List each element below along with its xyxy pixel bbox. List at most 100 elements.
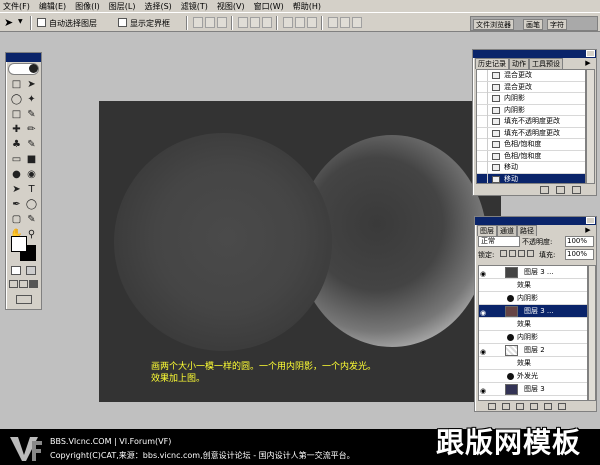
tab-channels[interactable]: 通道 xyxy=(497,225,517,236)
jump-to-imageready-icon[interactable] xyxy=(16,295,32,304)
layer-effects-row[interactable]: 效果 xyxy=(479,279,587,292)
menu-image[interactable]: 图像(I) xyxy=(75,1,100,12)
auto-select-checkbox[interactable] xyxy=(37,18,46,27)
new-document-icon[interactable] xyxy=(540,186,549,194)
foreground-color-swatch-front[interactable] xyxy=(11,236,27,252)
layer-effects-row[interactable]: 效果 xyxy=(479,357,587,370)
align-left-icon[interactable] xyxy=(238,17,248,28)
clone-stamp-icon[interactable]: ♣ xyxy=(10,138,23,151)
layer-row[interactable]: ◉ 图层 2 xyxy=(479,344,587,357)
layer-effect-row[interactable]: 内阴影 xyxy=(479,292,587,305)
menu-edit[interactable]: 编辑(E) xyxy=(39,1,66,12)
shape-tool-icon[interactable]: ◯ xyxy=(25,198,38,211)
history-scrollbar[interactable] xyxy=(586,69,595,184)
tab-tool-presets[interactable]: 工具预设 xyxy=(529,58,563,69)
history-titlebar[interactable] xyxy=(473,50,596,58)
layer-effect-row[interactable]: 内阴影 xyxy=(479,331,587,344)
slice-tool-icon[interactable]: ✎ xyxy=(25,108,38,121)
menu-file[interactable]: 文件(F) xyxy=(3,1,30,12)
layer-row[interactable]: ◉ 图层 3 xyxy=(479,383,587,396)
dodge-tool-icon[interactable]: ◉ xyxy=(25,168,38,181)
toolbox-titlebar[interactable] xyxy=(6,53,41,62)
history-item[interactable]: 色相/饱和度 xyxy=(477,139,585,151)
adobe-eye-logo[interactable] xyxy=(8,63,39,75)
align-middle-icon[interactable] xyxy=(205,17,215,28)
history-item[interactable]: 内阴影 xyxy=(477,93,585,105)
history-item[interactable]: 填充不透明度更改 xyxy=(477,116,585,128)
align-bottom-icon[interactable] xyxy=(217,17,227,28)
distribute-top-icon[interactable] xyxy=(283,17,293,28)
panel-menu-arrow-icon[interactable]: ▶ xyxy=(583,59,593,68)
history-item[interactable]: 混合更改 xyxy=(477,81,585,93)
healing-brush-icon[interactable]: ✚ xyxy=(10,123,23,136)
layer-effect-row[interactable]: 外发光 xyxy=(479,370,587,383)
eye-icon[interactable]: ◉ xyxy=(480,385,486,397)
menu-help[interactable]: 帮助(H) xyxy=(293,1,321,12)
history-item[interactable]: 混合更改 xyxy=(477,70,585,82)
dock-tab-brushes[interactable]: 画笔 xyxy=(523,19,543,30)
distribute-center-icon[interactable] xyxy=(340,17,350,28)
align-top-icon[interactable] xyxy=(193,17,203,28)
magic-wand-icon[interactable]: ✦ xyxy=(25,93,38,106)
adjustment-layer-icon[interactable] xyxy=(530,403,538,410)
document-canvas[interactable]: 画两个大小一模一样的圆。一个用内阴影，一个内发光。 效果加上图。 xyxy=(99,101,501,402)
fill-field[interactable]: 100% xyxy=(565,249,594,260)
distribute-right-icon[interactable] xyxy=(352,17,362,28)
blend-mode-select[interactable]: 正常 xyxy=(478,236,520,247)
tab-layers[interactable]: 图层 xyxy=(477,225,497,236)
gradient-tool-icon[interactable]: ■ xyxy=(25,153,38,166)
screen-mode-full-menu-icon[interactable] xyxy=(19,280,28,288)
close-icon[interactable] xyxy=(586,217,595,224)
opacity-field[interactable]: 100% xyxy=(565,236,594,247)
history-item[interactable]: 填充不透明度更改 xyxy=(477,127,585,139)
new-layer-icon[interactable] xyxy=(544,403,552,410)
align-center-icon[interactable] xyxy=(250,17,260,28)
history-item[interactable]: 内阴影 xyxy=(477,104,585,116)
distribute-left-icon[interactable] xyxy=(328,17,338,28)
tab-actions[interactable]: 动作 xyxy=(509,58,529,69)
menu-layer[interactable]: 图层(L) xyxy=(109,1,136,12)
tool-preset-dropdown-icon[interactable]: ▼ xyxy=(18,18,23,25)
dock-tab-file-browser[interactable]: 文件浏览器 xyxy=(473,19,514,30)
layer-row-selected[interactable]: ◉ 图层 3 ... xyxy=(479,305,587,318)
new-set-icon[interactable] xyxy=(516,403,524,410)
standard-mode-icon[interactable] xyxy=(11,266,21,275)
snapshot-icon[interactable] xyxy=(556,186,565,194)
align-right-icon[interactable] xyxy=(262,17,272,28)
move-tool-icon[interactable]: ➤ xyxy=(25,78,38,91)
history-item-selected[interactable]: 移动 xyxy=(477,173,585,183)
eraser-tool-icon[interactable]: ▭ xyxy=(10,153,23,166)
menu-window[interactable]: 窗口(W) xyxy=(254,1,284,12)
show-bounds-checkbox[interactable] xyxy=(118,18,127,27)
layers-titlebar[interactable] xyxy=(475,217,596,225)
move-tool-icon[interactable]: ➤ xyxy=(4,16,13,29)
dock-tab-character[interactable]: 字符 xyxy=(547,19,567,30)
layers-scrollbar[interactable] xyxy=(588,265,596,401)
history-brush-icon[interactable]: ✎ xyxy=(25,138,38,151)
trash-icon[interactable] xyxy=(572,186,581,194)
lock-pixels-icon[interactable] xyxy=(509,250,516,257)
lock-all-icon[interactable] xyxy=(527,250,534,257)
close-icon[interactable] xyxy=(586,50,595,57)
distribute-bottom-icon[interactable] xyxy=(307,17,317,28)
history-item[interactable]: 移动 xyxy=(477,162,585,174)
screen-mode-full-icon[interactable] xyxy=(29,280,38,288)
menu-select[interactable]: 选择(S) xyxy=(144,1,171,12)
distribute-middle-icon[interactable] xyxy=(295,17,305,28)
panel-menu-arrow-icon[interactable]: ▶ xyxy=(583,226,593,235)
layer-row[interactable]: ◉ 图层 3 ... xyxy=(479,266,587,279)
marquee-tool-icon[interactable]: □ xyxy=(10,78,23,91)
notes-tool-icon[interactable]: ▢ xyxy=(10,213,23,226)
layer-style-icon[interactable] xyxy=(488,403,496,410)
lock-position-icon[interactable] xyxy=(518,250,525,257)
eyedropper-tool-icon[interactable]: ✎ xyxy=(25,213,38,226)
menu-view[interactable]: 视图(V) xyxy=(217,1,245,12)
lasso-tool-icon[interactable]: ◯ xyxy=(10,93,23,106)
tab-history[interactable]: 历史记录 xyxy=(475,58,509,69)
pen-tool-icon[interactable]: ✒ xyxy=(10,198,23,211)
quick-mask-icon[interactable] xyxy=(26,266,36,275)
history-item[interactable]: 色相/饱和度 xyxy=(477,150,585,162)
layer-effects-row[interactable]: 效果 xyxy=(479,318,587,331)
layer-mask-icon[interactable] xyxy=(502,403,510,410)
blur-tool-icon[interactable]: ● xyxy=(10,168,23,181)
